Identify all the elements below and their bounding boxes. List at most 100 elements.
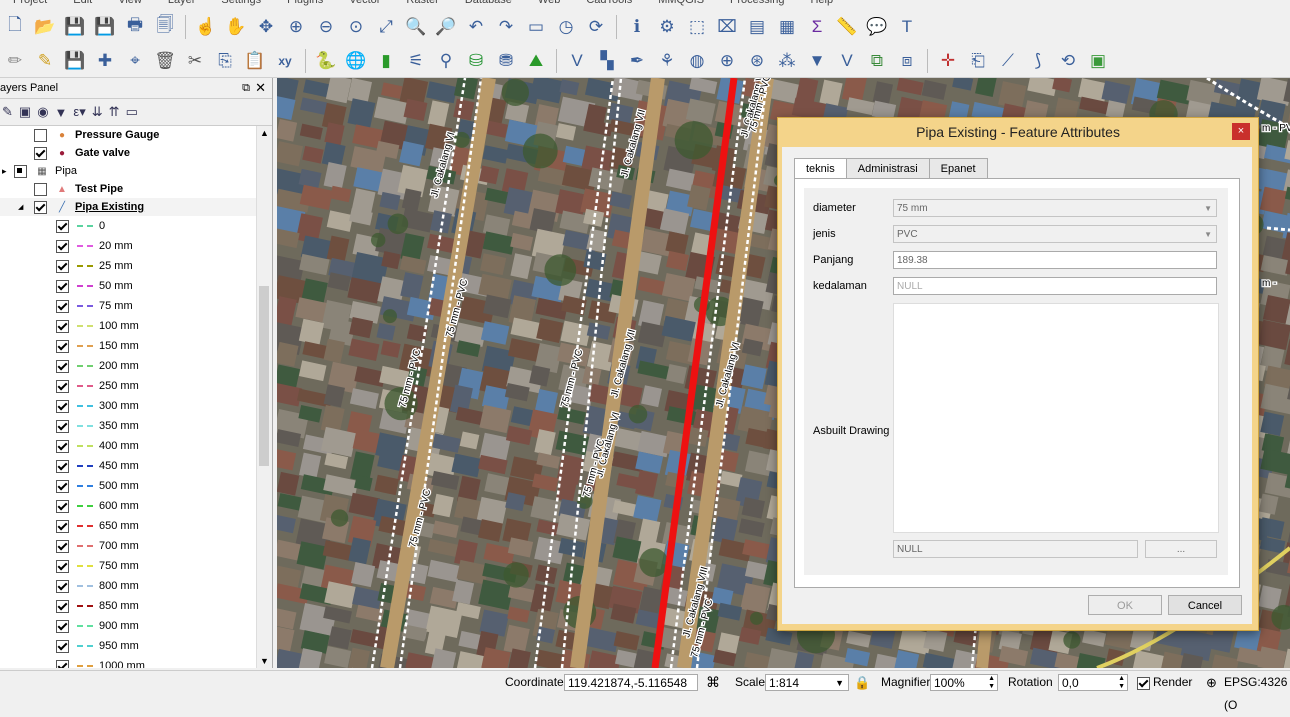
- legend-item[interactable]: 25 mm: [0, 256, 256, 276]
- layer-row[interactable]: ▲Test Pipe: [0, 180, 256, 198]
- db-manager-icon[interactable]: ⛃: [493, 48, 519, 74]
- sql-icon[interactable]: ⛁: [463, 48, 489, 74]
- refresh-icon[interactable]: ⟳: [583, 14, 609, 40]
- zoom-in-icon[interactable]: ⊕: [283, 14, 309, 40]
- menu-item-processing[interactable]: Processing: [717, 0, 797, 7]
- split-parts-icon[interactable]: ⟋: [995, 48, 1021, 74]
- tab-epanet[interactable]: Epanet: [929, 158, 988, 179]
- globe-icon[interactable]: 🌐: [343, 48, 369, 74]
- remove-layer-icon[interactable]: ▭: [126, 104, 138, 120]
- menu-item-database[interactable]: Database: [452, 0, 525, 7]
- legend-item[interactable]: 500 mm: [0, 476, 256, 496]
- collapse-arrow-icon[interactable]: ◢: [18, 203, 23, 211]
- kedalaman-field[interactable]: NULL: [893, 277, 1217, 295]
- legend-checkbox[interactable]: [56, 400, 69, 413]
- zoom-out-icon[interactable]: ⊖: [313, 14, 339, 40]
- zoom-next-icon[interactable]: ↷: [493, 14, 519, 40]
- legend-item[interactable]: 350 mm: [0, 416, 256, 436]
- layer-visibility-checkbox[interactable]: [34, 147, 47, 160]
- expand-all-icon[interactable]: ⇊: [92, 104, 103, 120]
- globe-add-icon[interactable]: ⊕: [714, 48, 740, 74]
- close-panel-icon[interactable]: ✕: [255, 78, 266, 98]
- float-panel-icon[interactable]: ⧉: [242, 78, 250, 98]
- zoom-to-selection-icon[interactable]: 🔍: [403, 14, 429, 40]
- split-icon[interactable]: ⧈: [894, 48, 920, 74]
- asbuilt-path-field[interactable]: NULL: [893, 540, 1138, 558]
- touch-icon[interactable]: ☝: [193, 14, 219, 40]
- legend-checkbox[interactable]: [56, 540, 69, 553]
- reshape-icon[interactable]: ⟆: [1025, 48, 1051, 74]
- scroll-down-icon[interactable]: ▼: [257, 654, 272, 668]
- menu-item-edit[interactable]: Edit: [60, 0, 105, 7]
- new-project-icon[interactable]: 🗋: [2, 14, 28, 40]
- legend-item[interactable]: 850 mm: [0, 596, 256, 616]
- xy-icon[interactable]: xy: [272, 48, 298, 74]
- legend-item[interactable]: 100 mm: [0, 316, 256, 336]
- legend-checkbox[interactable]: [56, 340, 69, 353]
- dialog-close-button[interactable]: ×: [1232, 123, 1250, 140]
- legend-checkbox[interactable]: [56, 480, 69, 493]
- merge-icon[interactable]: ⧉: [864, 48, 890, 74]
- menu-item-web[interactable]: Web: [525, 0, 573, 7]
- layer-row[interactable]: ●Gate valve: [0, 144, 256, 162]
- legend-item[interactable]: 650 mm: [0, 516, 256, 536]
- manage-visibility-icon[interactable]: ◉: [37, 104, 48, 120]
- scroll-up-icon[interactable]: ▲: [257, 126, 272, 140]
- panjang-field[interactable]: 189.38: [893, 251, 1217, 269]
- advanced-digitize-icon[interactable]: ▼: [804, 48, 830, 74]
- python-console-icon[interactable]: 🐍: [313, 48, 339, 74]
- layer-row[interactable]: ▸▦Pipa: [0, 162, 256, 180]
- scrollbar-thumb[interactable]: [259, 286, 269, 466]
- checker-icon[interactable]: ▚: [594, 48, 620, 74]
- statistics-icon[interactable]: Σ: [804, 14, 830, 40]
- edit-pencil-icon[interactable]: ✎: [32, 48, 58, 74]
- legend-checkbox[interactable]: [56, 600, 69, 613]
- legend-item[interactable]: 600 mm: [0, 496, 256, 516]
- layer-row[interactable]: ◢╱Pipa Existing: [0, 198, 256, 216]
- menu-item-mmqgis[interactable]: MMQGIS: [645, 0, 717, 7]
- layer-visibility-checkbox[interactable]: [34, 129, 47, 142]
- ok-button[interactable]: OK: [1088, 595, 1162, 615]
- label-icon[interactable]: T: [894, 14, 920, 40]
- legend-checkbox[interactable]: [56, 500, 69, 513]
- legend-checkbox[interactable]: [56, 300, 69, 313]
- snapping-icon[interactable]: V: [834, 48, 860, 74]
- menu-item-vector[interactable]: Vector: [336, 0, 393, 7]
- legend-checkbox[interactable]: [56, 640, 69, 653]
- crs-label[interactable]: EPSG:4326 (O: [1224, 671, 1290, 717]
- terrain-icon[interactable]: ⛰: [523, 48, 549, 74]
- save-project-icon[interactable]: 💾: [62, 14, 88, 40]
- annotation-icon[interactable]: 💬: [864, 14, 890, 40]
- zoom-native-icon[interactable]: ⊙: [343, 14, 369, 40]
- legend-checkbox[interactable]: [56, 360, 69, 373]
- rotation-spinbox[interactable]: 0,0 ▲▼: [1058, 674, 1128, 691]
- pipette-icon[interactable]: ⚟: [403, 48, 429, 74]
- legend-item[interactable]: 20 mm: [0, 236, 256, 256]
- new-print-layout-icon[interactable]: 🖶: [122, 14, 148, 40]
- rotate-icon[interactable]: ⟲: [1055, 48, 1081, 74]
- menu-item-layer[interactable]: Layer: [155, 0, 209, 7]
- pen-icon[interactable]: ✒: [624, 48, 650, 74]
- layer-add-icon[interactable]: ▣: [1085, 48, 1111, 74]
- legend-checkbox[interactable]: [56, 440, 69, 453]
- layer-visibility-checkbox[interactable]: [34, 183, 47, 196]
- layer-green-icon[interactable]: ▮: [373, 48, 399, 74]
- clipboard-icon[interactable]: ⎗: [965, 48, 991, 74]
- layer-visibility-checkbox[interactable]: [34, 201, 47, 214]
- legend-item[interactable]: 400 mm: [0, 436, 256, 456]
- spinner-icon[interactable]: ▲▼: [988, 675, 995, 691]
- open-project-icon[interactable]: 📂: [32, 14, 58, 40]
- menu-item-view[interactable]: View: [105, 0, 155, 7]
- crosshair-icon[interactable]: ✛: [935, 48, 961, 74]
- legend-item[interactable]: 950 mm: [0, 636, 256, 656]
- legend-checkbox[interactable]: [56, 560, 69, 573]
- menu-item-raster[interactable]: Raster: [393, 0, 451, 7]
- legend-checkbox[interactable]: [56, 280, 69, 293]
- spinner-icon[interactable]: ▲▼: [1118, 675, 1125, 691]
- menu-item-project[interactable]: Project: [0, 0, 60, 7]
- delete-selected-icon[interactable]: 🗑: [152, 48, 178, 74]
- legend-item[interactable]: 150 mm: [0, 336, 256, 356]
- legend-item[interactable]: 800 mm: [0, 576, 256, 596]
- measure-icon[interactable]: 📏: [834, 14, 860, 40]
- legend-checkbox[interactable]: [56, 380, 69, 393]
